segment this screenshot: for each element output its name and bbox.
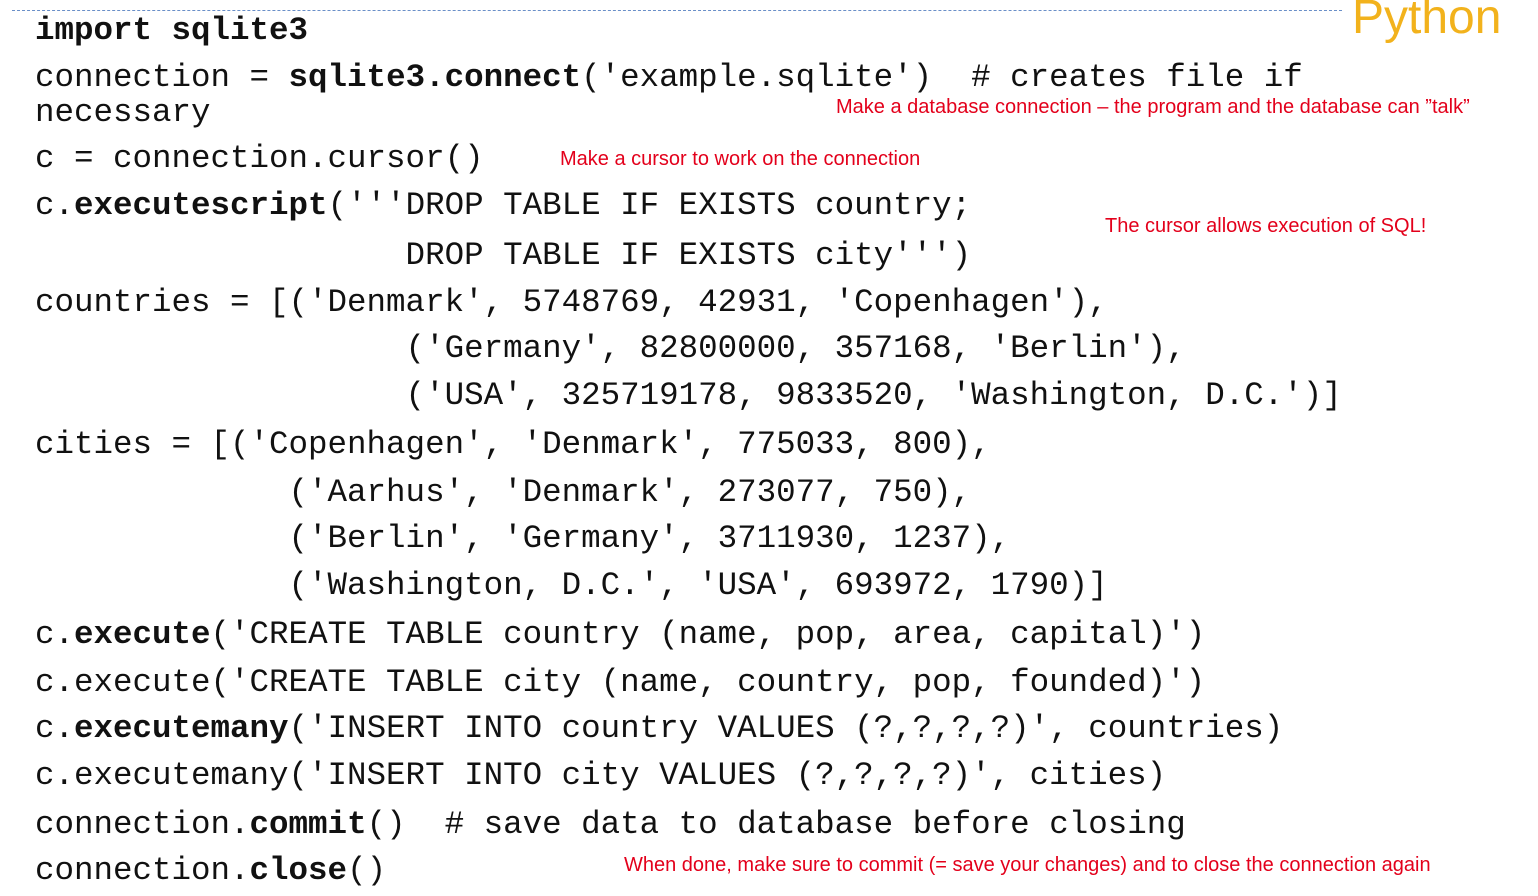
code-line-18: connection.commit() # save data to datab…	[35, 806, 1186, 843]
code-line-9: ('USA', 325719178, 9833520, 'Washington,…	[35, 377, 1342, 414]
language-title: Python	[1352, 0, 1502, 44]
note-cursor: Make a cursor to work on the connection	[560, 148, 921, 170]
code-line-16: c.executemany('INSERT INTO country VALUE…	[35, 710, 1284, 747]
code-line-14: c.execute('CREATE TABLE country (name, p…	[35, 616, 1206, 653]
code-line-1: import sqlite3	[35, 12, 309, 49]
code-line-5: c.executescript('''DROP TABLE IF EXISTS …	[35, 187, 972, 224]
code-line-3: necessary	[35, 94, 211, 131]
code-line-19: connection.close()	[35, 852, 387, 889]
note-connection: Make a database connection – the program…	[836, 96, 1470, 118]
top-dashed-rule	[12, 10, 1342, 11]
code-line-17: c.executemany('INSERT INTO city VALUES (…	[35, 757, 1167, 794]
code-line-4: c = connection.cursor()	[35, 140, 484, 177]
code-line-6: DROP TABLE IF EXISTS city''')	[35, 237, 972, 274]
code-line-8: ('Germany', 82800000, 357168, 'Berlin'),	[35, 330, 1186, 367]
note-commit: When done, make sure to commit (= save y…	[624, 854, 1431, 876]
code-line-2: connection = sqlite3.connect('example.sq…	[35, 59, 1303, 96]
code-line-13: ('Washington, D.C.', 'USA', 693972, 1790…	[35, 567, 1108, 604]
code-line-15: c.execute('CREATE TABLE city (name, coun…	[35, 664, 1206, 701]
code-line-12: ('Berlin', 'Germany', 3711930, 1237),	[35, 520, 1011, 557]
code-line-11: ('Aarhus', 'Denmark', 273077, 750),	[35, 474, 972, 511]
note-sql: The cursor allows execution of SQL!	[1105, 215, 1427, 237]
code-line-7: countries = [('Denmark', 5748769, 42931,…	[35, 284, 1108, 321]
code-line-10: cities = [('Copenhagen', 'Denmark', 7750…	[35, 426, 991, 463]
